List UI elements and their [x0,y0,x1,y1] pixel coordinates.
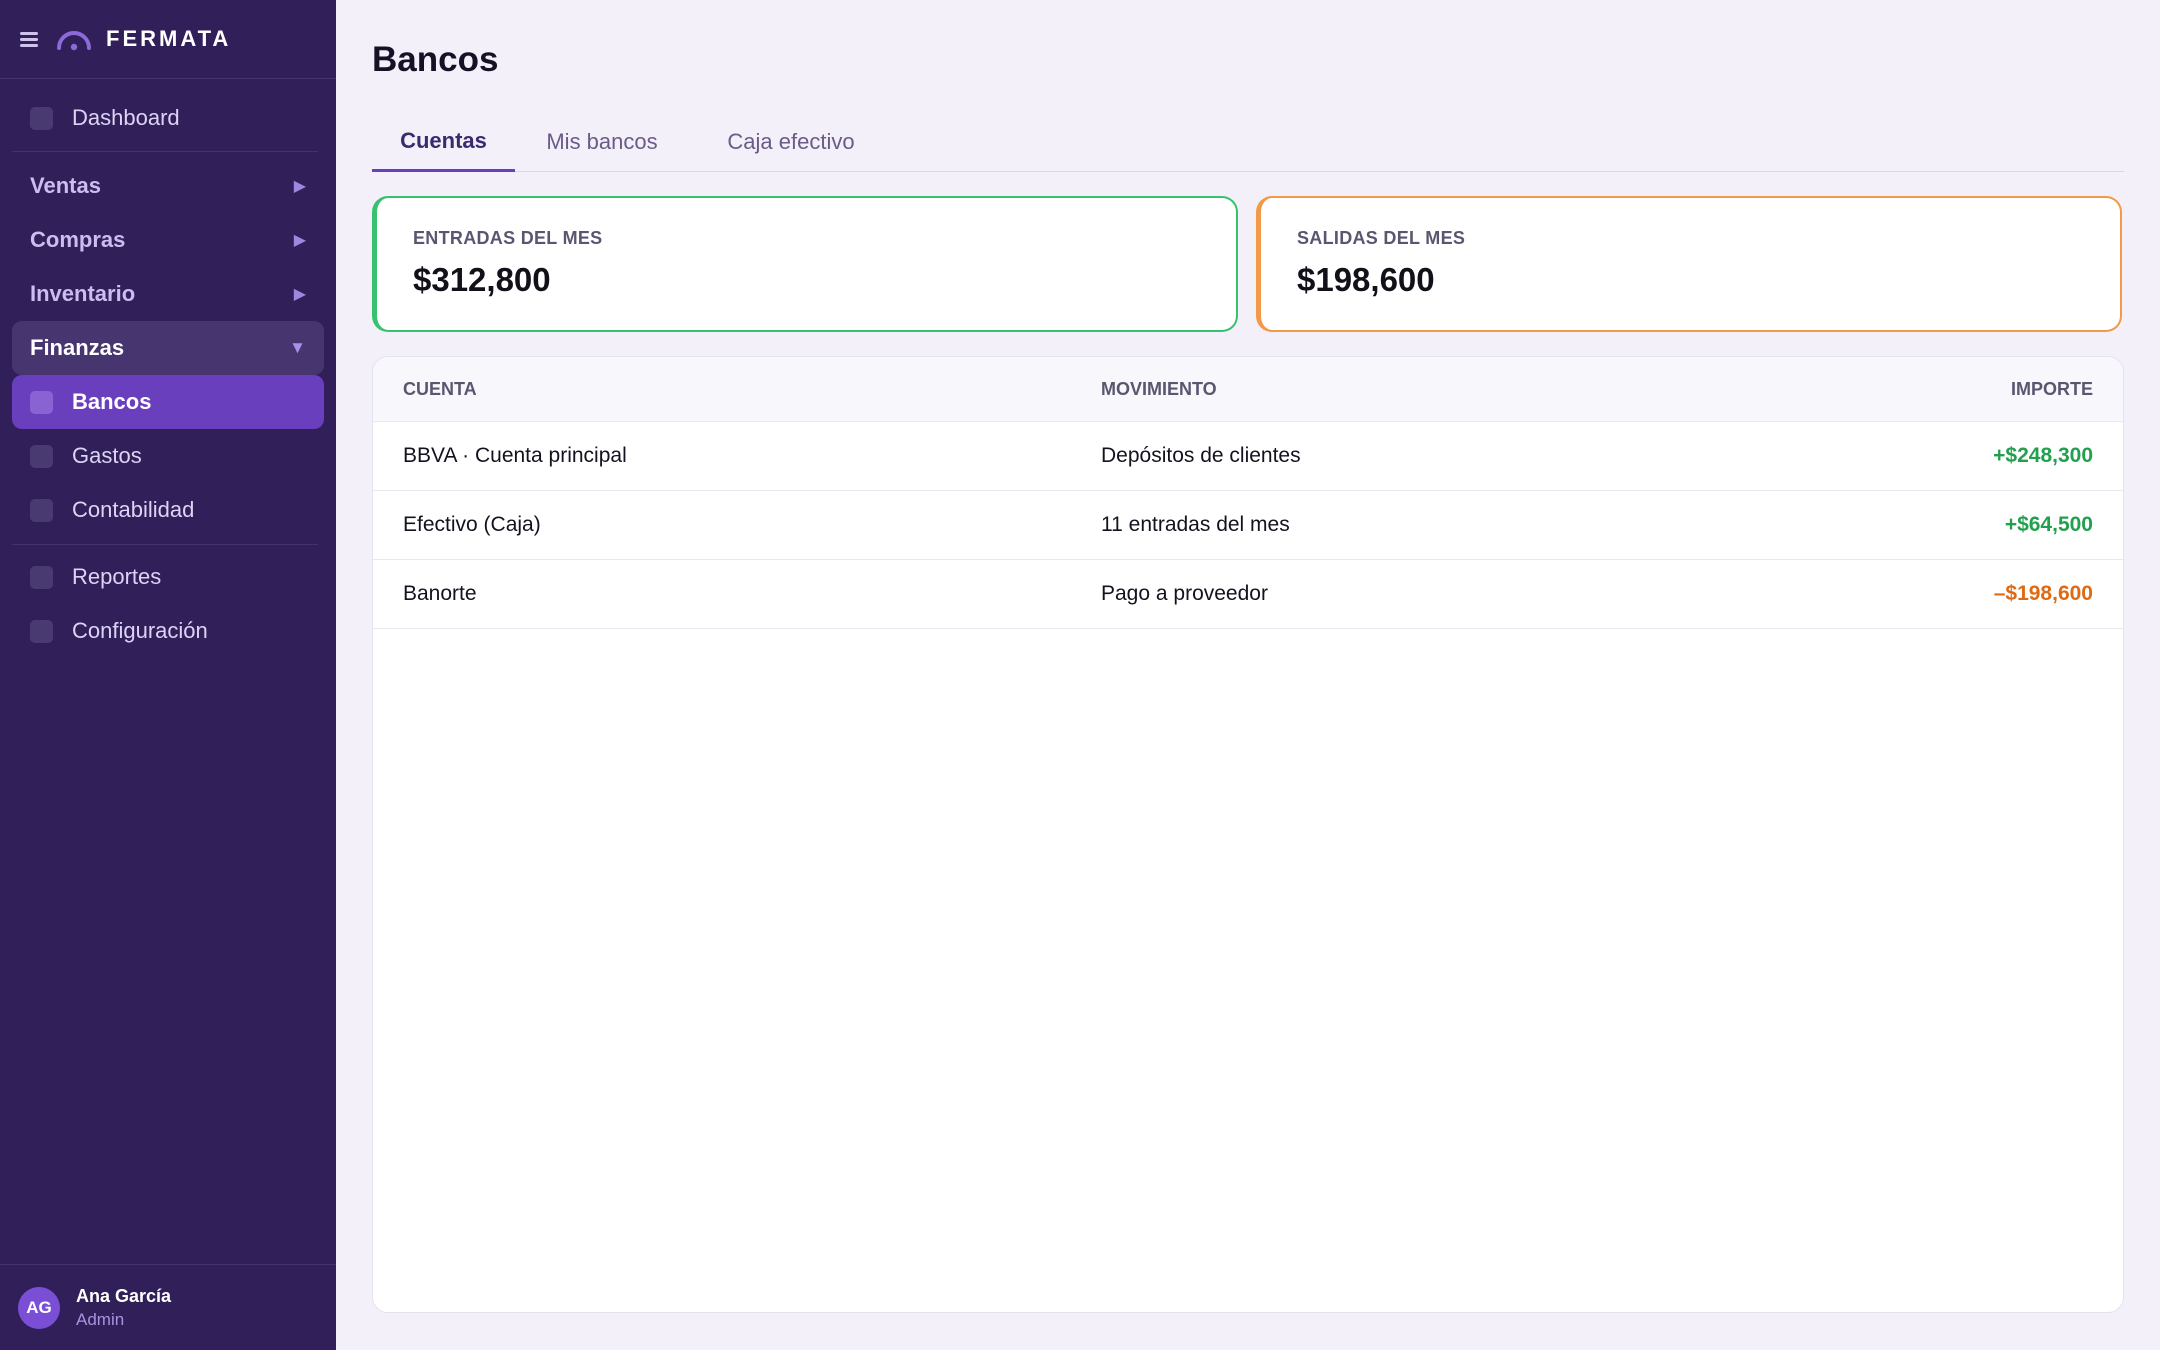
table-header: CUENTA MOVIMIENTO IMPORTE [373,357,2123,422]
fermata-logo-icon [57,31,91,51]
sidebar-item-label: Contabilidad [72,497,195,522]
brand-bar: FERMATA [0,0,336,79]
sidebar-group-ventas[interactable]: Ventas ▶ [12,159,324,213]
cell-cuenta: Efectivo (Caja) [403,513,541,536]
sidebar-group-compras[interactable]: Compras ▶ [12,213,324,267]
sidebar-item-label: Gastos [72,443,142,468]
tab-mis-bancos[interactable]: Mis bancos [527,112,677,172]
tab-caja-efectivo[interactable]: Caja efectivo [706,112,876,172]
chevron-right-icon: ▶ [293,178,306,195]
sidebar-group-label: Inventario [30,281,136,306]
stat-label: SALIDAS DEL MES [1297,228,1466,248]
brand-name: FERMATA [106,26,232,51]
cell-movimiento: Depósitos de clientes [1101,444,1301,467]
chevron-right-icon: ▶ [293,232,306,249]
gastos-icon [30,444,53,468]
user-role: Admin [76,1309,125,1329]
cell-movimiento: 11 entradas del mes [1101,513,1290,536]
stat-value: $312,800 [413,261,551,298]
sidebar-divider [12,544,318,545]
cell-movimiento: Pago a proveedor [1101,582,1268,605]
accounts-table: CUENTA MOVIMIENTO IMPORTE BBVA · Cuenta … [372,356,2124,1313]
bancos-icon [30,390,53,414]
sidebar-item-gastos[interactable]: Gastos [12,429,324,483]
sidebar-group-inventario[interactable]: Inventario ▶ [12,267,324,321]
stat-card-entradas: ENTRADAS DEL MES $312,800 [372,196,1238,332]
sidebar-item-label: Dashboard [72,105,180,130]
table-row[interactable]: BBVA · Cuenta principal Depósitos de cli… [373,422,2123,491]
sidebar: FERMATA Dashboard Ventas ▶ Compras ▶ Inv… [0,0,336,1350]
avatar: AG [18,1286,60,1329]
reportes-icon [30,565,53,589]
tab-cuentas[interactable]: Cuentas [372,112,515,172]
cell-cuenta: BBVA · Cuenta principal [403,444,627,467]
table-row[interactable]: Efectivo (Caja) 11 entradas del mes +$64… [373,491,2123,560]
configuracion-icon [30,619,53,643]
chevron-right-icon: ▶ [293,286,306,303]
stat-value: $198,600 [1297,261,1435,298]
chevron-down-icon: ▼ [289,338,306,357]
menu-icon[interactable] [20,32,40,47]
column-header-cuenta[interactable]: CUENTA [403,379,477,400]
contabilidad-icon [30,498,53,522]
sidebar-group-label: Compras [30,227,126,252]
sidebar-divider [12,151,318,152]
tab-bar: Cuentas Mis bancos Caja efectivo [372,112,2124,172]
sidebar-item-contabilidad[interactable]: Contabilidad [12,483,324,537]
cell-importe: –$198,600 [1993,582,2093,605]
sidebar-item-label: Reportes [72,564,162,589]
cell-importe: +$64,500 [2004,513,2093,536]
sidebar-item-label: Bancos [72,389,152,414]
sidebar-group-label: Ventas [30,173,101,198]
column-header-importe[interactable]: IMPORTE [2011,379,2093,400]
sidebar-item-dashboard[interactable]: Dashboard [12,91,324,145]
user-info: Ana García Admin [76,1284,171,1332]
sidebar-item-configuracion[interactable]: Configuración [12,604,324,658]
page-title: Bancos [372,40,499,79]
stat-card-salidas: SALIDAS DEL MES $198,600 [1256,196,2122,332]
sidebar-item-reportes[interactable]: Reportes [12,550,324,604]
sidebar-group-label: Finanzas [30,335,125,360]
cell-cuenta: Banorte [403,582,477,605]
user-profile[interactable]: AG Ana García Admin [0,1264,336,1350]
sidebar-item-bancos[interactable]: Bancos [12,375,324,429]
cell-importe: +$248,300 [1993,444,2093,467]
dashboard-icon [30,106,53,130]
stat-label: ENTRADAS DEL MES [413,228,603,248]
column-header-movimiento[interactable]: MOVIMIENTO [1101,379,1217,400]
table-row[interactable]: Banorte Pago a proveedor –$198,600 [373,560,2123,629]
main-content: Bancos Cuentas Mis bancos Caja efectivo … [336,0,2160,1350]
user-name: Ana García [76,1285,172,1306]
sidebar-group-finanzas[interactable]: Finanzas ▼ [12,321,324,375]
sidebar-item-label: Configuración [72,618,208,643]
